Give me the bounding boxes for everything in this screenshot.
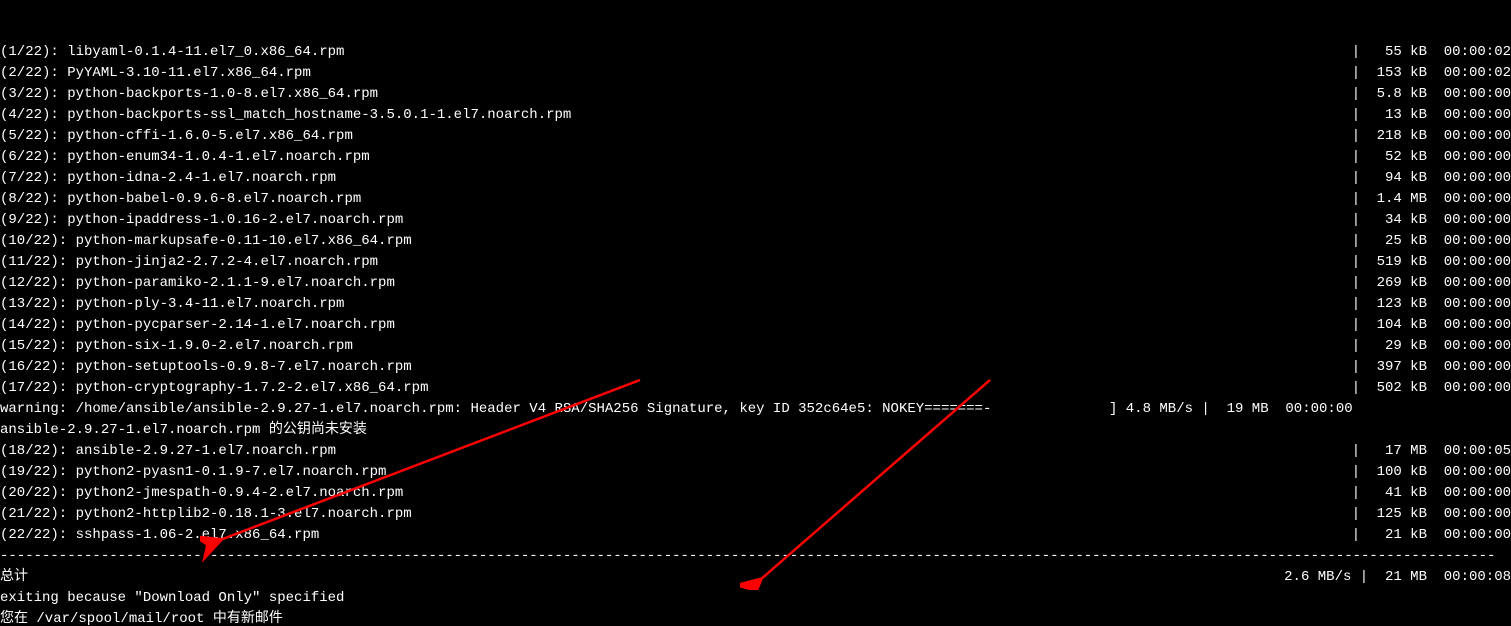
separator: |	[319, 525, 1360, 546]
size-time: 1.4 MB 00:00:00	[1360, 189, 1511, 210]
separator: |	[361, 189, 1360, 210]
output-line: (20/22): python2-jmespath-0.9.4-2.el7.no…	[0, 483, 1511, 504]
separator: |	[395, 273, 1360, 294]
package-name: (15/22): python-six-1.9.0-2.el7.noarch.r…	[0, 336, 353, 357]
output-line: (11/22): python-jinja2-2.7.2-4.el7.noarc…	[0, 252, 1511, 273]
size-time: 21 kB 00:00:00	[1360, 525, 1511, 546]
package-name: (9/22): python-ipaddress-1.0.16-2.el7.no…	[0, 210, 403, 231]
separator: |	[370, 147, 1361, 168]
output-line: (19/22): python2-pyasn1-0.1.9-7.el7.noar…	[0, 462, 1511, 483]
total-line: 总计 2.6 MB/s | 21 MB 00:00:08	[0, 567, 1511, 588]
separator: |	[386, 462, 1360, 483]
separator: |	[353, 126, 1360, 147]
package-name: (19/22): python2-pyasn1-0.1.9-7.el7.noar…	[0, 462, 386, 483]
package-name: (5/22): python-cffi-1.6.0-5.el7.x86_64.r…	[0, 126, 353, 147]
package-name: (16/22): python-setuptools-0.9.8-7.el7.n…	[0, 357, 412, 378]
separator: |	[403, 210, 1360, 231]
separator: |	[353, 336, 1360, 357]
size-time: 100 kB 00:00:00	[1360, 462, 1511, 483]
output-line: (3/22): python-backports-1.0-8.el7.x86_6…	[0, 84, 1511, 105]
output-line: (7/22): python-idna-2.4-1.el7.noarch.rpm…	[0, 168, 1511, 189]
package-name: (22/22): sshpass-1.06-2.el7.x86_64.rpm	[0, 525, 319, 546]
output-line: (5/22): python-cffi-1.6.0-5.el7.x86_64.r…	[0, 126, 1511, 147]
size-time: 94 kB 00:00:00	[1360, 168, 1511, 189]
package-name: (20/22): python2-jmespath-0.9.4-2.el7.no…	[0, 483, 403, 504]
size-time: 13 kB 00:00:00	[1360, 105, 1511, 126]
package-name: (12/22): python-paramiko-2.1.1-9.el7.noa…	[0, 273, 395, 294]
output-line: (8/22): python-babel-0.9.6-8.el7.noarch.…	[0, 189, 1511, 210]
separator: |	[336, 168, 1360, 189]
output-line: (9/22): python-ipaddress-1.0.16-2.el7.no…	[0, 210, 1511, 231]
output-line: (16/22): python-setuptools-0.9.8-7.el7.n…	[0, 357, 1511, 378]
size-time: 269 kB 00:00:00	[1360, 273, 1511, 294]
size-time: 29 kB 00:00:00	[1360, 336, 1511, 357]
output-line: (13/22): python-ply-3.4-11.el7.noarch.rp…	[0, 294, 1511, 315]
separator: |	[428, 378, 1360, 399]
package-name: (4/22): python-backports-ssl_match_hostn…	[0, 105, 571, 126]
size-time: 5.8 kB 00:00:00	[1360, 84, 1511, 105]
output-line: (18/22): ansible-2.9.27-1.el7.noarch.rpm…	[0, 441, 1511, 462]
separator: |	[412, 504, 1361, 525]
separator: |	[378, 84, 1360, 105]
size-time: 41 kB 00:00:00	[1360, 483, 1511, 504]
output-line: (6/22): python-enum34-1.0.4-1.el7.noarch…	[0, 147, 1511, 168]
package-name: (18/22): ansible-2.9.27-1.el7.noarch.rpm	[0, 441, 336, 462]
separator: |	[344, 42, 1360, 63]
package-name: (1/22): libyaml-0.1.4-11.el7_0.x86_64.rp…	[0, 42, 344, 63]
size-time: 123 kB 00:00:00	[1360, 294, 1511, 315]
separator: |	[412, 231, 1361, 252]
output-line: (22/22): sshpass-1.06-2.el7.x86_64.rpm| …	[0, 525, 1511, 546]
output-line: (17/22): python-cryptography-1.7.2-2.el7…	[0, 378, 1511, 399]
output-line: (21/22): python2-httplib2-0.18.1-3.el7.n…	[0, 504, 1511, 525]
size-time: 55 kB 00:00:02	[1360, 42, 1511, 63]
divider: ----------------------------------------…	[0, 546, 1511, 567]
output-line: (14/22): python-pycparser-2.14-1.el7.noa…	[0, 315, 1511, 336]
size-time: 125 kB 00:00:00	[1360, 504, 1511, 525]
size-time: 502 kB 00:00:00	[1360, 378, 1511, 399]
package-name: (8/22): python-babel-0.9.6-8.el7.noarch.…	[0, 189, 361, 210]
output-line: (1/22): libyaml-0.1.4-11.el7_0.x86_64.rp…	[0, 42, 1511, 63]
package-name: (14/22): python-pycparser-2.14-1.el7.noa…	[0, 315, 395, 336]
separator: |	[403, 483, 1360, 504]
package-name: (17/22): python-cryptography-1.7.2-2.el7…	[0, 378, 428, 399]
warning-line: warning: /home/ansible/ansible-2.9.27-1.…	[0, 399, 1511, 420]
size-time: 397 kB 00:00:00	[1360, 357, 1511, 378]
size-time: 17 MB 00:00:05	[1360, 441, 1511, 462]
size-time: 34 kB 00:00:00	[1360, 210, 1511, 231]
separator: |	[395, 315, 1360, 336]
output-line: (10/22): python-markupsafe-0.11-10.el7.x…	[0, 231, 1511, 252]
package-name: (13/22): python-ply-3.4-11.el7.noarch.rp…	[0, 294, 344, 315]
package-name: (21/22): python2-httplib2-0.18.1-3.el7.n…	[0, 504, 412, 525]
package-name: (7/22): python-idna-2.4-1.el7.noarch.rpm	[0, 168, 336, 189]
separator: |	[571, 105, 1360, 126]
size-time: 519 kB 00:00:00	[1360, 252, 1511, 273]
mail-line: 您在 /var/spool/mail/root 中有新邮件	[0, 609, 1511, 626]
separator: |	[344, 294, 1360, 315]
package-name: (3/22): python-backports-1.0-8.el7.x86_6…	[0, 84, 378, 105]
package-name: (2/22): PyYAML-3.10-11.el7.x86_64.rpm	[0, 63, 311, 84]
output-line: (12/22): python-paramiko-2.1.1-9.el7.noa…	[0, 273, 1511, 294]
size-time: 153 kB 00:00:02	[1360, 63, 1511, 84]
output-line: (15/22): python-six-1.9.0-2.el7.noarch.r…	[0, 336, 1511, 357]
separator: |	[412, 357, 1361, 378]
size-time: 52 kB 00:00:00	[1360, 147, 1511, 168]
total-value: 2.6 MB/s | 21 MB 00:00:08	[1276, 567, 1511, 588]
size-time: 25 kB 00:00:00	[1360, 231, 1511, 252]
size-time: 104 kB 00:00:00	[1360, 315, 1511, 336]
exit-line: exiting because "Download Only" specifie…	[0, 588, 1511, 609]
package-name: (11/22): python-jinja2-2.7.2-4.el7.noarc…	[0, 252, 378, 273]
output-line: (2/22): PyYAML-3.10-11.el7.x86_64.rpm| 1…	[0, 63, 1511, 84]
separator: |	[311, 63, 1360, 84]
separator: |	[378, 252, 1360, 273]
output-line: (4/22): python-backports-ssl_match_hostn…	[0, 105, 1511, 126]
package-name: (6/22): python-enum34-1.0.4-1.el7.noarch…	[0, 147, 370, 168]
package-name: (10/22): python-markupsafe-0.11-10.el7.x…	[0, 231, 412, 252]
total-label: 总计	[0, 567, 28, 588]
terminal[interactable]: (1/22): libyaml-0.1.4-11.el7_0.x86_64.rp…	[0, 0, 1511, 626]
separator: |	[336, 441, 1360, 462]
warning-pubkey: ansible-2.9.27-1.el7.noarch.rpm 的公钥尚未安装	[0, 420, 1511, 441]
size-time: 218 kB 00:00:00	[1360, 126, 1511, 147]
